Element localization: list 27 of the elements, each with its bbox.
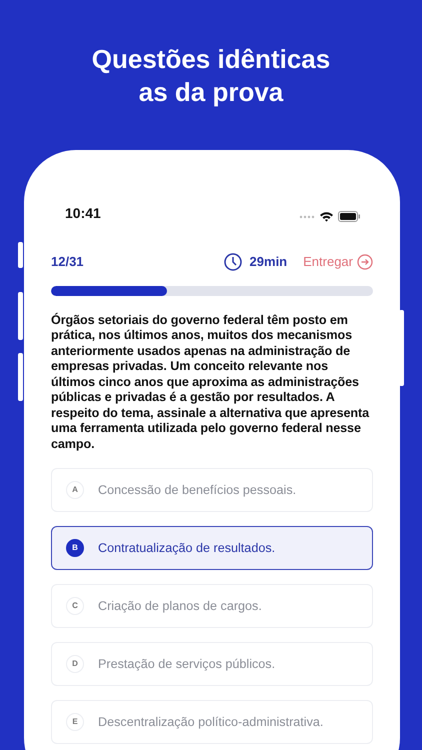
answer-option[interactable]: C Criação de planos de cargos. bbox=[51, 584, 373, 628]
arrow-right-icon bbox=[357, 254, 373, 270]
answer-option[interactable]: D Prestação de serviços públicos. bbox=[51, 642, 373, 686]
clock-icon bbox=[224, 252, 242, 271]
question-counter: 12/31 bbox=[51, 253, 84, 271]
answer-option[interactable]: E Descentralização político-administrativa. bbox=[51, 700, 373, 744]
option-letter: A bbox=[66, 481, 84, 499]
option-text: Contratualização de resultados. bbox=[98, 540, 276, 557]
option-letter: B bbox=[66, 539, 84, 557]
option-text: Criação de planos de cargos. bbox=[98, 598, 262, 615]
headline-text: as da prova bbox=[138, 76, 284, 109]
timer-text: 29min bbox=[250, 253, 288, 271]
answer-option[interactable]: B Contratualização de resultados. bbox=[51, 526, 373, 570]
headline-text: Questões idênticas bbox=[90, 43, 332, 76]
option-text: Prestação de serviços públicos. bbox=[98, 656, 276, 673]
option-letter: C bbox=[66, 597, 84, 615]
wifi-icon bbox=[319, 211, 334, 222]
answer-option[interactable]: A Concessão de benefícios pessoais. bbox=[51, 468, 373, 512]
option-text: Concessão de benefícios pessoais. bbox=[98, 482, 296, 499]
option-letter: D bbox=[66, 655, 84, 673]
option-letter: E bbox=[66, 713, 84, 731]
submit-button[interactable]: Entregar bbox=[303, 252, 373, 272]
question-text: Órgãos setoriais do governo federal têm posto em prática, nos últimos anos, muitos dos mecanismos anteriormente usados apenas na administração de empresas privadas. Um conceito relevante nos últimos cinco anos que aproxima as administrações públicas e privadas é a gestão por resultados. A respeito do tema, assinale a alternativa que apresenta uma ferramenta utilizada pelo governo federal nesse campo. bbox=[51, 312, 370, 452]
option-text: Descentralização político-administrativa. bbox=[98, 714, 324, 731]
signal-icon bbox=[299, 214, 315, 218]
battery-icon bbox=[338, 211, 361, 222]
status-time: 10:41 bbox=[65, 204, 101, 222]
